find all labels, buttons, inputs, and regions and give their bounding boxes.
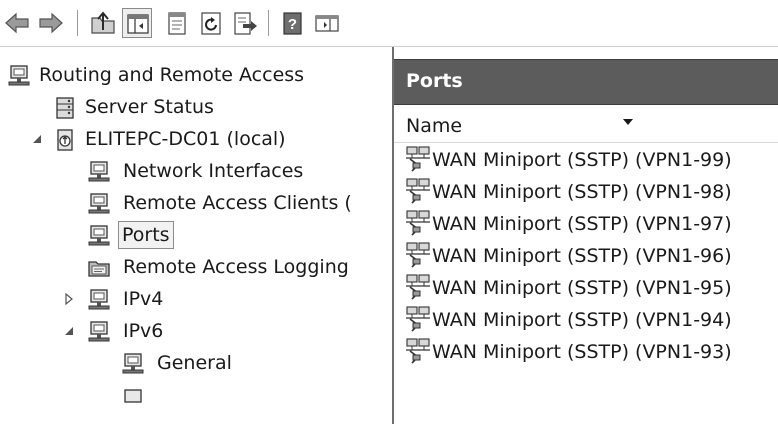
refresh-button[interactable] <box>196 8 226 38</box>
expanded-arrow-icon <box>33 135 41 143</box>
tree-item-label: Network Interfaces <box>123 160 304 182</box>
port-icon <box>404 145 434 173</box>
tree-item-label: IPv6 <box>123 320 164 342</box>
network-icon <box>120 351 146 377</box>
port-row[interactable]: WAN Miniport (SSTP) (VPN1-96) <box>394 240 778 272</box>
sort-descending-icon <box>622 112 634 131</box>
log-folder-icon <box>86 255 112 281</box>
results-pane: Ports Name WAN Miniport (SSTP) (VPN1-99)… <box>394 47 778 424</box>
tree-item-remote-access-clients[interactable]: Remote Access Clients ( <box>0 187 392 219</box>
port-icon <box>404 273 434 301</box>
toolbar: ? <box>0 0 778 47</box>
up-one-level-button[interactable] <box>88 8 118 38</box>
tree-item-label: Ports <box>118 221 174 249</box>
expand-toggle[interactable] <box>30 131 44 145</box>
port-row[interactable]: WAN Miniport (SSTP) (VPN1-94) <box>394 304 778 336</box>
refresh-icon <box>201 12 221 35</box>
toolbar-separator <box>268 10 269 36</box>
port-name: WAN Miniport (SSTP) (VPN1-95) <box>432 277 732 299</box>
port-icon <box>404 241 434 269</box>
tree-item-server[interactable]: ELITEPC-DC01 (local) <box>0 123 392 155</box>
show-hide-console-tree-button[interactable] <box>122 8 152 38</box>
show-hide-action-pane-button[interactable] <box>312 8 342 38</box>
arrow-left-icon <box>5 12 29 34</box>
server-computer-icon <box>52 127 78 153</box>
port-icon <box>404 337 434 365</box>
properties-button[interactable] <box>162 8 192 38</box>
tree-item-label: General <box>157 352 232 374</box>
port-icon <box>404 209 434 237</box>
expand-toggle[interactable] <box>62 291 76 306</box>
svg-text:?: ? <box>288 16 297 33</box>
toolbar-separator <box>77 10 78 36</box>
tree-item-ports[interactable]: Ports <box>0 219 392 251</box>
network-icon <box>86 319 112 345</box>
tree-item-label: Remote Access Logging <box>123 256 349 278</box>
network-icon <box>86 159 112 185</box>
tree-item-label: Server Status <box>85 96 214 118</box>
port-name: WAN Miniport (SSTP) (VPN1-99) <box>432 149 732 171</box>
tree-item-ipv6[interactable]: IPv6 <box>0 315 392 347</box>
port-icon <box>404 305 434 333</box>
action-pane-icon <box>315 15 339 32</box>
port-name: WAN Miniport (SSTP) (VPN1-93) <box>432 341 732 363</box>
network-icon <box>86 223 112 249</box>
port-name: WAN Miniport (SSTP) (VPN1-96) <box>432 245 732 267</box>
network-icon <box>86 287 112 313</box>
port-icon <box>404 177 434 205</box>
help-button[interactable]: ? <box>278 8 308 38</box>
results-header: Ports <box>394 59 778 105</box>
console-tree: Routing and Remote Access Server Status … <box>0 47 392 424</box>
help-icon: ? <box>283 12 302 35</box>
tree-item-general[interactable]: General <box>0 347 392 379</box>
console-tree-icon <box>127 14 149 34</box>
folder-up-icon <box>91 11 115 34</box>
tree-item-label: Remote Access Clients ( <box>123 192 352 214</box>
port-row[interactable]: WAN Miniport (SSTP) (VPN1-95) <box>394 272 778 304</box>
tree-item-label: ELITEPC-DC01 (local) <box>85 128 286 150</box>
tree-item-network-interfaces[interactable]: Network Interfaces <box>0 155 392 187</box>
expand-toggle[interactable] <box>62 323 76 337</box>
tree-item-remote-access-logging[interactable]: Remote Access Logging <box>0 251 392 283</box>
port-row[interactable]: WAN Miniport (SSTP) (VPN1-97) <box>394 208 778 240</box>
properties-icon <box>168 12 186 35</box>
port-name: WAN Miniport (SSTP) (VPN1-97) <box>432 213 732 235</box>
server-status-icon <box>52 95 78 121</box>
tree-item-ipv4[interactable]: IPv4 <box>0 283 392 315</box>
expanded-arrow-icon <box>65 327 73 335</box>
port-row[interactable]: WAN Miniport (SSTP) (VPN1-98) <box>394 176 778 208</box>
tree-item-partial <box>0 383 392 415</box>
export-list-icon <box>234 12 257 35</box>
network-icon <box>86 191 112 217</box>
back-button[interactable] <box>2 8 32 38</box>
arrow-right-icon <box>39 12 63 34</box>
column-header-name[interactable]: Name <box>406 114 462 138</box>
network-icon <box>120 387 146 413</box>
tree-item-server-status[interactable]: Server Status <box>0 91 392 123</box>
tree-item-routing-and-remote-access[interactable]: Routing and Remote Access <box>0 59 392 91</box>
port-name: WAN Miniport (SSTP) (VPN1-98) <box>432 181 732 203</box>
port-row[interactable]: WAN Miniport (SSTP) (VPN1-99) <box>394 144 778 176</box>
tree-item-label: Routing and Remote Access <box>39 64 305 86</box>
results-title: Ports <box>406 70 463 92</box>
tree-item-label: IPv4 <box>123 288 164 310</box>
port-row[interactable]: WAN Miniport (SSTP) (VPN1-93) <box>394 336 778 368</box>
port-name: WAN Miniport (SSTP) (VPN1-94) <box>432 309 732 331</box>
export-list-button[interactable] <box>230 8 260 38</box>
server-icon <box>6 63 32 89</box>
column-header-row: Name <box>394 106 778 143</box>
collapsed-arrow-icon <box>65 292 73 306</box>
forward-button[interactable] <box>36 8 66 38</box>
